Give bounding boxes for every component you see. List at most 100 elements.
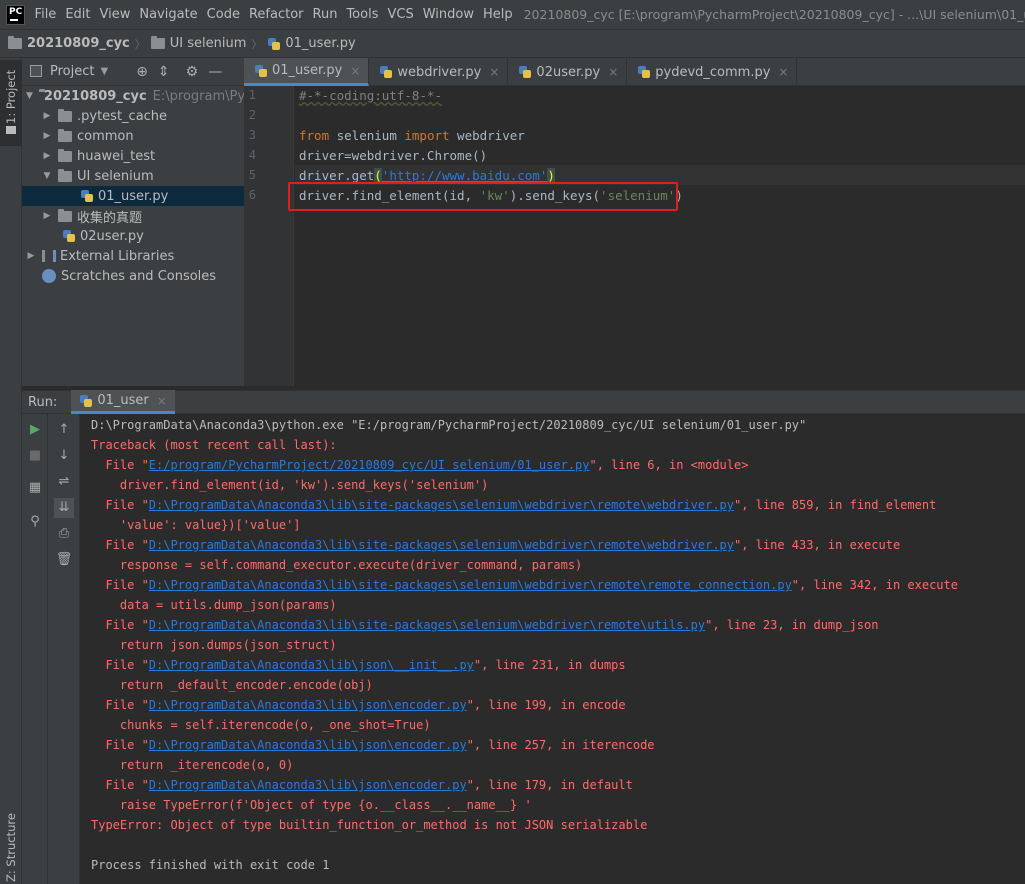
- console-line: File "D:\ProgramData\Anaconda3\lib\json\…: [91, 698, 625, 712]
- code-keyword: import: [404, 128, 450, 143]
- close-icon[interactable]: ×: [350, 64, 360, 78]
- console-line: TypeError: Object of type builtin_functi…: [91, 818, 647, 832]
- arrow-down-icon[interactable]: ↓: [54, 446, 74, 466]
- menu-view[interactable]: View: [96, 0, 135, 30]
- chevron-right-icon: 〉: [251, 37, 263, 51]
- stop-icon[interactable]: ■: [25, 446, 45, 466]
- menu-window[interactable]: Window: [419, 0, 478, 30]
- collapse-all-icon[interactable]: ⇕: [158, 64, 170, 80]
- console-file-link[interactable]: D:\ProgramData\Anaconda3\lib\site-packag…: [149, 498, 734, 512]
- console-line: driver.find_element(id, 'kw').send_keys(…: [91, 478, 488, 492]
- code-line-5: driver.get('http://www.baidu.com'): [299, 168, 555, 183]
- trash-icon[interactable]: 🗑: [54, 550, 74, 570]
- window-title: 20210809_cyc [E:\program\PycharmProject\…: [523, 7, 1025, 22]
- console-text: raise TypeError(f'Object of type {o.__cl…: [91, 798, 532, 812]
- run-label: Run:: [28, 394, 58, 410]
- console-text: 'value': value})['value']: [91, 518, 301, 532]
- tree-item-pytest-cache[interactable]: ▶ .pytest_cache: [22, 106, 244, 126]
- close-icon[interactable]: ×: [608, 65, 618, 79]
- chevron-right-icon[interactable]: ▶: [42, 211, 52, 221]
- menu-edit[interactable]: Edit: [61, 0, 94, 30]
- project-panel-title[interactable]: Project: [50, 64, 94, 79]
- tree-item-01-user-py[interactable]: 01_user.py: [22, 186, 244, 206]
- console-file-link[interactable]: D:\ProgramData\Anaconda3\lib\json\__init…: [149, 658, 474, 672]
- run-icon[interactable]: ▶: [25, 420, 45, 440]
- chevron-right-icon[interactable]: ▶: [42, 131, 52, 141]
- console-text: return json.dumps(json_struct): [91, 638, 337, 652]
- close-icon[interactable]: ×: [778, 65, 788, 79]
- locate-icon[interactable]: ⊕: [136, 64, 148, 80]
- menu-file[interactable]: File: [31, 0, 61, 30]
- chevron-right-icon[interactable]: ▶: [26, 251, 36, 261]
- menu-help[interactable]: Help: [479, 0, 517, 30]
- console-file-link[interactable]: D:\ProgramData\Anaconda3\lib\site-packag…: [149, 578, 792, 592]
- tab-webdriver-py[interactable]: webdriver.py ×: [369, 58, 509, 86]
- line-number: 1: [248, 88, 256, 102]
- folder-icon: [150, 36, 165, 49]
- line-number: 6: [248, 188, 256, 202]
- gear-icon[interactable]: ⚙: [186, 64, 199, 80]
- console-file-link[interactable]: D:\ProgramData\Anaconda3\lib\json\encode…: [149, 738, 467, 752]
- console-file-link[interactable]: D:\ProgramData\Anaconda3\lib\site-packag…: [149, 538, 734, 552]
- tab-pydevd-comm-py[interactable]: pydevd_comm.py ×: [627, 58, 798, 86]
- folder-icon: [8, 36, 22, 49]
- print-icon[interactable]: ⎙: [54, 524, 74, 544]
- tree-item-common[interactable]: ▶ common: [22, 126, 244, 146]
- console-text: File ": [91, 578, 149, 592]
- python-file-icon: [267, 37, 281, 51]
- console-line: File "D:\ProgramData\Anaconda3\lib\site-…: [91, 578, 958, 592]
- console-file-link[interactable]: D:\ProgramData\Anaconda3\lib\json\encode…: [149, 698, 467, 712]
- layout-icon[interactable]: ▦: [25, 478, 45, 498]
- menu-tools[interactable]: Tools: [342, 0, 382, 30]
- line-number: 2: [248, 108, 256, 122]
- console-file-link[interactable]: D:\ProgramData\Anaconda3\lib\site-packag…: [149, 618, 705, 632]
- pin-icon[interactable]: ⚲: [25, 512, 45, 532]
- arrow-up-icon[interactable]: ↑: [54, 420, 74, 440]
- console-file-link[interactable]: E:/program/PycharmProject/20210809_cyc/U…: [149, 458, 590, 472]
- project-tool-tab[interactable]: 1: Project: [0, 60, 22, 146]
- close-icon[interactable]: ×: [157, 394, 167, 408]
- tab-02user-py[interactable]: 02user.py ×: [508, 58, 628, 86]
- code-comment: #-*-coding:utf-8-*-: [299, 88, 442, 103]
- breadcrumb-file[interactable]: 01_user.py: [267, 36, 356, 51]
- menu-navigate[interactable]: Navigate: [135, 0, 201, 30]
- hide-panel-icon[interactable]: —: [208, 64, 222, 80]
- tree-item-huawei-test[interactable]: ▶ huawei_test: [22, 146, 244, 166]
- tree-item-label: 01_user.py: [98, 188, 169, 204]
- folder-icon: [58, 148, 72, 162]
- run-tab-label: 01_user: [97, 393, 149, 408]
- tab-01-user-py[interactable]: 01_user.py ×: [244, 58, 370, 86]
- menu-refactor[interactable]: Refactor: [245, 0, 308, 30]
- chevron-down-icon[interactable]: ▼: [26, 91, 33, 101]
- console-text: File ": [91, 618, 149, 632]
- run-tab-01-user[interactable]: 01_user ×: [71, 390, 175, 414]
- scroll-to-end-icon[interactable]: ⇊: [54, 498, 74, 518]
- tree-item-label: common: [77, 128, 134, 144]
- console-line: File "D:\ProgramData\Anaconda3\lib\json\…: [91, 738, 654, 752]
- close-icon[interactable]: ×: [489, 65, 499, 79]
- tree-item-collected-questions[interactable]: ▶ 收集的真题: [22, 206, 244, 226]
- console-line: File "E:/program/PycharmProject/20210809…: [91, 458, 748, 472]
- structure-tool-tab[interactable]: Z: Structure: [0, 800, 22, 884]
- tree-item-external-libraries[interactable]: ▶ External Libraries: [22, 246, 244, 266]
- menu-code[interactable]: Code: [203, 0, 244, 30]
- menu-vcs[interactable]: VCS: [383, 0, 417, 30]
- tree-item-ui-selenium[interactable]: ▼ UI selenium: [22, 166, 244, 186]
- soft-wrap-icon[interactable]: ⇌: [54, 472, 74, 492]
- chevron-down-icon[interactable]: ▼: [100, 66, 108, 77]
- tree-item-project-root[interactable]: ▼ 20210809_cyc E:\program\Pych: [22, 86, 260, 106]
- console-text: D:\ProgramData\Anaconda3\python.exe "E:/…: [91, 418, 807, 432]
- tree-item-02user-py[interactable]: 02user.py: [22, 226, 244, 246]
- breadcrumb-project[interactable]: 20210809_cyc: [8, 36, 130, 51]
- chevron-right-icon[interactable]: ▶: [42, 151, 52, 161]
- chevron-right-icon[interactable]: ▶: [42, 111, 52, 121]
- menu-run[interactable]: Run: [309, 0, 342, 30]
- chevron-down-icon[interactable]: ▼: [42, 171, 52, 181]
- console-text: TypeError: Object of type builtin_functi…: [91, 818, 648, 832]
- breadcrumb-folder[interactable]: UI selenium: [150, 36, 246, 51]
- code-url-string[interactable]: 'http://www.baidu.com': [382, 168, 548, 183]
- folder-icon: [58, 168, 72, 182]
- tree-item-scratches[interactable]: Scratches and Consoles: [22, 266, 244, 286]
- console-file-link[interactable]: D:\ProgramData\Anaconda3\lib\json\encode…: [149, 778, 467, 792]
- console-line: File "D:\ProgramData\Anaconda3\lib\site-…: [91, 538, 900, 552]
